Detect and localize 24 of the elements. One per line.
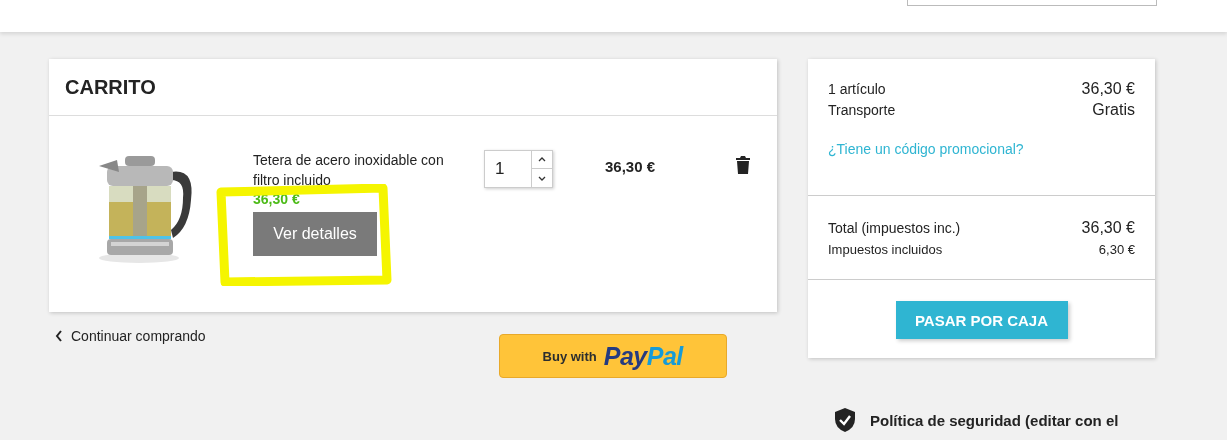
summary-label: 1 artículo: [828, 80, 886, 99]
summary-label: Transporte: [828, 101, 896, 120]
trash-icon[interactable]: [736, 156, 750, 174]
cart-title: CARRITO: [65, 75, 156, 99]
summary-value: Gratis: [1092, 101, 1135, 119]
security-policy-text: Política de seguridad (editar con el: [870, 411, 1119, 429]
total-value: 36,30 €: [1081, 219, 1135, 237]
details-button[interactable]: Ver detalles: [253, 212, 377, 256]
chevron-down-icon: [538, 175, 546, 181]
paypal-button[interactable]: Buy with PayPal: [498, 334, 727, 378]
chevron-up-icon: [538, 157, 546, 162]
quantity-field[interactable]: 1: [484, 150, 531, 188]
shield-check-icon: [834, 408, 856, 432]
chevron-left-icon: [55, 330, 63, 342]
tax-value: 6,30 €: [1098, 242, 1135, 257]
increment-button[interactable]: [531, 150, 553, 169]
decrement-button[interactable]: [531, 169, 553, 188]
line-total: 36,30 €: [605, 158, 657, 176]
total-label: Total (impuestos inc.): [828, 219, 961, 238]
paypal-logo: PayPal: [603, 341, 683, 371]
tax-label: Impuestos incluidos: [828, 241, 943, 259]
summary-value: 36,30 €: [1081, 80, 1135, 98]
continue-shopping-link[interactable]: Continuar comprando: [55, 328, 206, 344]
product-name[interactable]: Tetera de acero inoxidable con filtro incluido: [253, 150, 463, 190]
